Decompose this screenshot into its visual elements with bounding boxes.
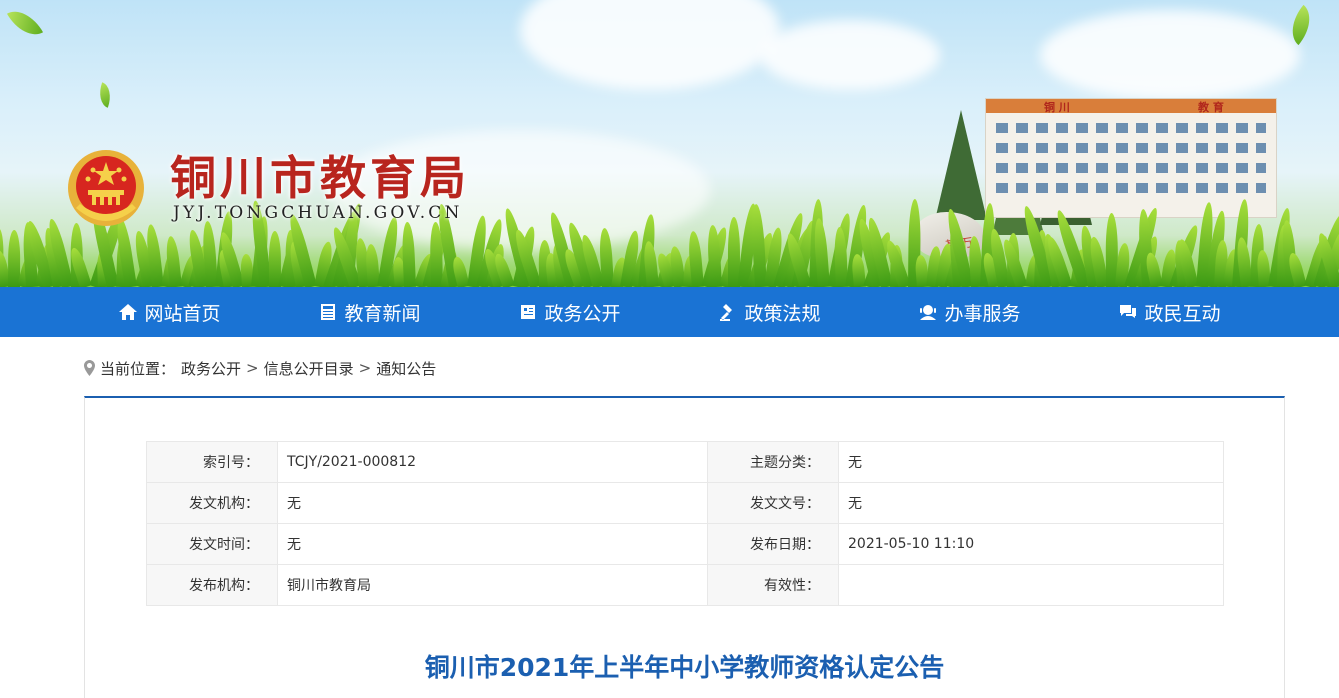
breadcrumb-separator: > bbox=[246, 359, 259, 377]
validity-label: 有效性： bbox=[707, 564, 839, 606]
location-pin-icon bbox=[84, 360, 95, 376]
topic-label: 主题分类： bbox=[707, 441, 839, 483]
building-sign-right: 教 育 bbox=[1198, 101, 1224, 114]
breadcrumb-link-notices[interactable]: 通知公告 bbox=[376, 358, 436, 379]
leaf-decoration bbox=[94, 82, 116, 108]
publish-date-value: 2021-05-10 11:10 bbox=[838, 523, 1224, 565]
nav-item-interaction[interactable]: 政民互动 bbox=[1070, 287, 1270, 337]
chat-icon bbox=[1120, 305, 1137, 318]
issue-time-value: 无 bbox=[277, 523, 708, 565]
grass-blade bbox=[401, 221, 416, 287]
leaf-decoration bbox=[6, 2, 44, 44]
nav-item-label: 办事服务 bbox=[944, 302, 1021, 325]
doc-number-value: 无 bbox=[838, 482, 1224, 524]
breadcrumb-separator: > bbox=[358, 359, 372, 377]
article-title: 铜川市2021年上半年中小学教师资格认定公告 bbox=[424, 653, 945, 682]
nav-item-label: 政策法规 bbox=[744, 302, 821, 325]
user-service-icon bbox=[920, 305, 937, 320]
publisher-label: 发布机构： bbox=[146, 564, 278, 606]
doc-number-label: 发文文号： bbox=[707, 482, 839, 524]
document-icon bbox=[521, 305, 536, 319]
nav-item-gov-open[interactable]: 政务公开 bbox=[470, 287, 670, 337]
breadcrumb-link-catalog[interactable]: 信息公开目录 bbox=[264, 358, 354, 379]
publish-date-label: 发布日期： bbox=[707, 523, 839, 565]
main-nav: 网站首页 教育新闻 政务公开 政策法规 办事服务 政民互动 bbox=[0, 287, 1339, 337]
nav-item-label: 教育新闻 bbox=[344, 302, 421, 325]
nav-item-label: 政民互动 bbox=[1144, 302, 1221, 325]
nav-item-home[interactable]: 网站首页 bbox=[70, 287, 270, 337]
home-icon bbox=[119, 304, 138, 320]
validity-value bbox=[838, 564, 1224, 606]
nav-item-label: 网站首页 bbox=[144, 302, 221, 325]
table-row: 索引号： TCJY/2021-000812 主题分类： 无 bbox=[146, 441, 1224, 483]
index-value: TCJY/2021-000812 bbox=[277, 441, 708, 483]
index-label: 索引号： bbox=[146, 441, 278, 483]
document-meta-table: 索引号： TCJY/2021-000812 主题分类： 无 发文机构： 无 发文… bbox=[146, 441, 1224, 606]
cloud-decoration bbox=[1040, 10, 1300, 100]
nav-item-label: 政务公开 bbox=[544, 302, 621, 325]
nav-item-news[interactable]: 教育新闻 bbox=[270, 287, 470, 337]
issue-time-label: 发文时间： bbox=[146, 523, 278, 565]
gavel-icon bbox=[720, 304, 733, 321]
newspaper-icon bbox=[321, 304, 336, 320]
breadcrumb-prefix: 当前位置： bbox=[100, 359, 176, 378]
publisher-value: 铜川市教育局 bbox=[277, 564, 708, 606]
cloud-decoration bbox=[760, 20, 940, 90]
issuer-value: 无 bbox=[277, 482, 708, 524]
table-row: 发文时间： 无 发布日期： 2021-05-10 11:10 bbox=[146, 523, 1224, 565]
nav-item-policy[interactable]: 政策法规 bbox=[670, 287, 870, 337]
table-row: 发布机构： 铜川市教育局 有效性： bbox=[146, 564, 1224, 606]
content-panel: 索引号： TCJY/2021-000812 主题分类： 无 发文机构： 无 发文… bbox=[84, 396, 1285, 698]
site-title: 铜川市教育局 bbox=[170, 151, 470, 205]
national-emblem-icon bbox=[68, 150, 144, 226]
table-row: 发文机构： 无 发文文号： 无 bbox=[146, 482, 1224, 524]
breadcrumb: 当前位置： 政务公开 > 信息公开目录 > 通知公告 bbox=[84, 357, 436, 379]
building-sign-left: 铜 川 bbox=[1044, 101, 1070, 114]
site-domain: JYJ.TONGCHUAN.GOV.CN bbox=[173, 203, 463, 223]
topic-value: 无 bbox=[838, 441, 1224, 483]
nav-item-services[interactable]: 办事服务 bbox=[870, 287, 1070, 337]
issuer-label: 发文机构： bbox=[146, 482, 278, 524]
breadcrumb-link-gov-open[interactable]: 政务公开 bbox=[181, 358, 241, 379]
header-banner: 铜 川 教 育 基 万 铜川市教育局 JYJ.TONGCHUAN.GOV.CN bbox=[0, 0, 1339, 287]
cloud-decoration bbox=[520, 0, 780, 90]
